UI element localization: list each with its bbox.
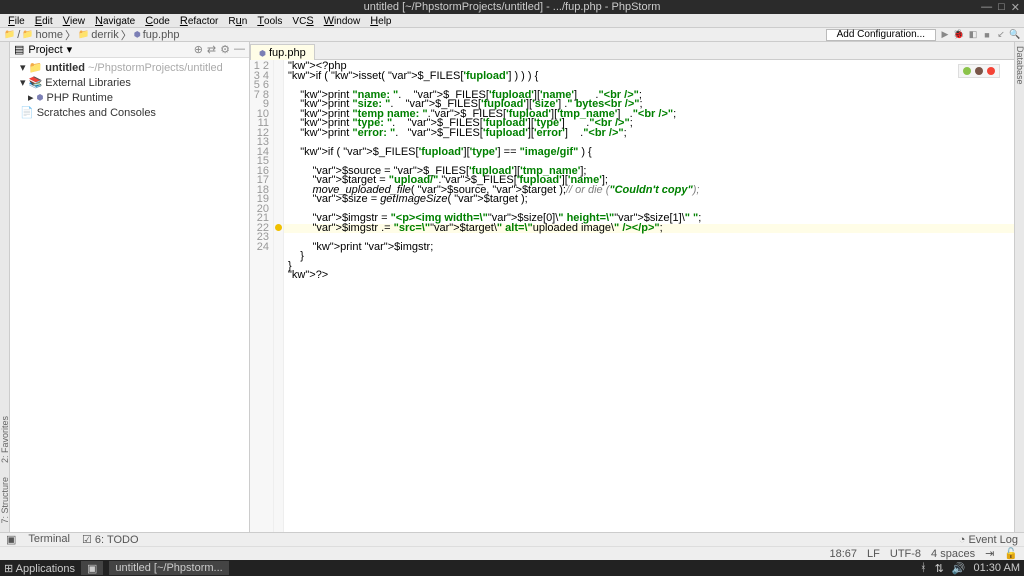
folder-icon: 📁 [4,29,15,40]
encoding[interactable]: UTF-8 [890,548,921,560]
sidebar-title: ▤ [14,43,24,56]
gear-icon[interactable]: ⚙ [220,43,230,56]
cursor-position[interactable]: 18:67 [830,548,858,560]
os-taskbar: ⊞ Applications ▣ untitled [~/Phpstorm...… [0,560,1024,576]
window-titlebar: untitled [~/PhpstormProjects/untitled] -… [0,0,1024,14]
menu-help[interactable]: Help [366,15,395,27]
expand-icon[interactable]: ⇄ [207,43,216,56]
menu-file[interactable]: File [4,15,29,27]
event-log-tab[interactable]: ◔ Event Log [959,534,1018,546]
tool-window-bar: ▣ Terminal ☑ 6: TODO ◔ Event Log [0,532,1024,546]
taskbar-app[interactable]: untitled [~/Phpstorm... [109,561,228,575]
tree-node-external: ▾📚External Libraries [14,75,245,90]
php-icon: ⬢ [134,30,141,39]
debug-icon[interactable]: 🐞 [954,30,964,40]
minimize-icon[interactable]: — [981,1,992,14]
toolwindow-icon[interactable]: ▣ [6,533,16,546]
lock-icon[interactable]: 🔓 [1004,547,1018,560]
breadcrumb[interactable]: derrik [91,29,119,41]
structure-tab[interactable]: 7: Structure [0,473,10,528]
menu-window[interactable]: Window [320,15,365,27]
coverage-icon[interactable]: ◧ [968,30,978,40]
editor-area: ⬢ fup.php 1 2 3 4 5 6 7 8 9 10 11 12 13 … [250,42,1014,532]
search-icon[interactable]: 🔍 [1010,30,1020,40]
todo-tab[interactable]: ☑ 6: TODO [82,533,139,546]
tray-clock[interactable]: 01:30 AM [974,562,1020,574]
menu-code[interactable]: Code [141,15,174,27]
folder-icon: 📁 [22,29,33,40]
tree-node-scratches: 📄Scratches and Consoles [14,105,245,120]
project-tree[interactable]: ▾📁untitled ~/PhpstormProjects/untitled ▾… [10,58,249,122]
folder-icon: 📁 [78,29,89,40]
maximize-icon[interactable]: □ [998,1,1005,14]
add-configuration-button[interactable]: Add Configuration... [826,29,936,41]
run-icon[interactable]: ▶ [940,30,950,40]
database-tab[interactable]: Database [1015,42,1024,89]
indent[interactable]: 4 spaces [931,548,975,560]
tray-network-icon[interactable]: ⇅ [935,562,944,575]
line-gutter: 1 2 3 4 5 6 7 8 9 10 11 12 13 14 15 16 1… [250,60,274,532]
file-tab[interactable]: ⬢ fup.php [250,44,315,60]
tray-bluetooth-icon[interactable]: ᚼ [920,562,927,574]
menu-navigate[interactable]: Navigate [91,15,139,27]
intention-bulb-icon[interactable] [275,224,282,231]
taskbar-app[interactable]: ▣ [81,561,103,575]
code-editor[interactable]: 1 2 3 4 5 6 7 8 9 10 11 12 13 14 15 16 1… [250,60,1014,532]
menu-vcs[interactable]: VCS [288,15,317,27]
line-ending[interactable]: LF [867,548,880,560]
menu-edit[interactable]: Edit [31,15,57,27]
menu-tools[interactable]: Tools [253,15,286,27]
breadcrumb[interactable]: fup.php [143,29,180,41]
window-title: untitled [~/PhpstormProjects/untitled] -… [364,1,661,13]
menu-refactor[interactable]: Refactor [176,15,223,27]
close-icon[interactable]: ✕ [1011,1,1020,14]
right-toolwindow-bar[interactable]: Database [1014,42,1024,532]
indent-icon[interactable]: ⇥ [985,547,994,560]
left-bottom-tabs[interactable]: 2: Favorites 7: Structure [0,42,10,532]
editor-tabs: ⬢ fup.php [250,42,1014,60]
gutter-icons [274,60,284,532]
vcs-icon[interactable]: ↙ [996,30,1006,40]
apps-menu[interactable]: ⊞ Applications [4,562,75,575]
tree-node-php-runtime: ▸⬢PHP Runtime [14,90,245,105]
favorites-tab[interactable]: 2: Favorites [0,412,10,467]
status-bar: 18:67 LF UTF-8 4 spaces ⇥ 🔓 [0,546,1024,560]
tree-node-project: ▾📁untitled ~/PhpstormProjects/untitled [14,60,245,75]
terminal-tab[interactable]: Terminal [28,533,70,546]
breadcrumb[interactable]: home [36,29,64,41]
select-opened-icon[interactable]: ⊕ [194,43,203,56]
menu-run[interactable]: Run [224,15,251,27]
navigation-bar: 📁/ 📁home〉 📁derrik〉 ⬢fup.php Add Configur… [0,28,1024,42]
hide-icon[interactable]: — [234,43,245,56]
project-sidebar: ▤ Project ▾ ⊕ ⇄ ⚙ — ▾📁untitled ~/Phpstor… [10,42,250,532]
php-icon: ⬢ [259,49,266,58]
menu-view[interactable]: View [59,15,89,27]
code-content[interactable]: "kw"><?php "kw">if ( "kw">isset( "var">$… [284,60,1014,532]
tray-volume-icon[interactable]: 🔊 [952,562,966,575]
stop-icon[interactable]: ■ [982,30,992,40]
